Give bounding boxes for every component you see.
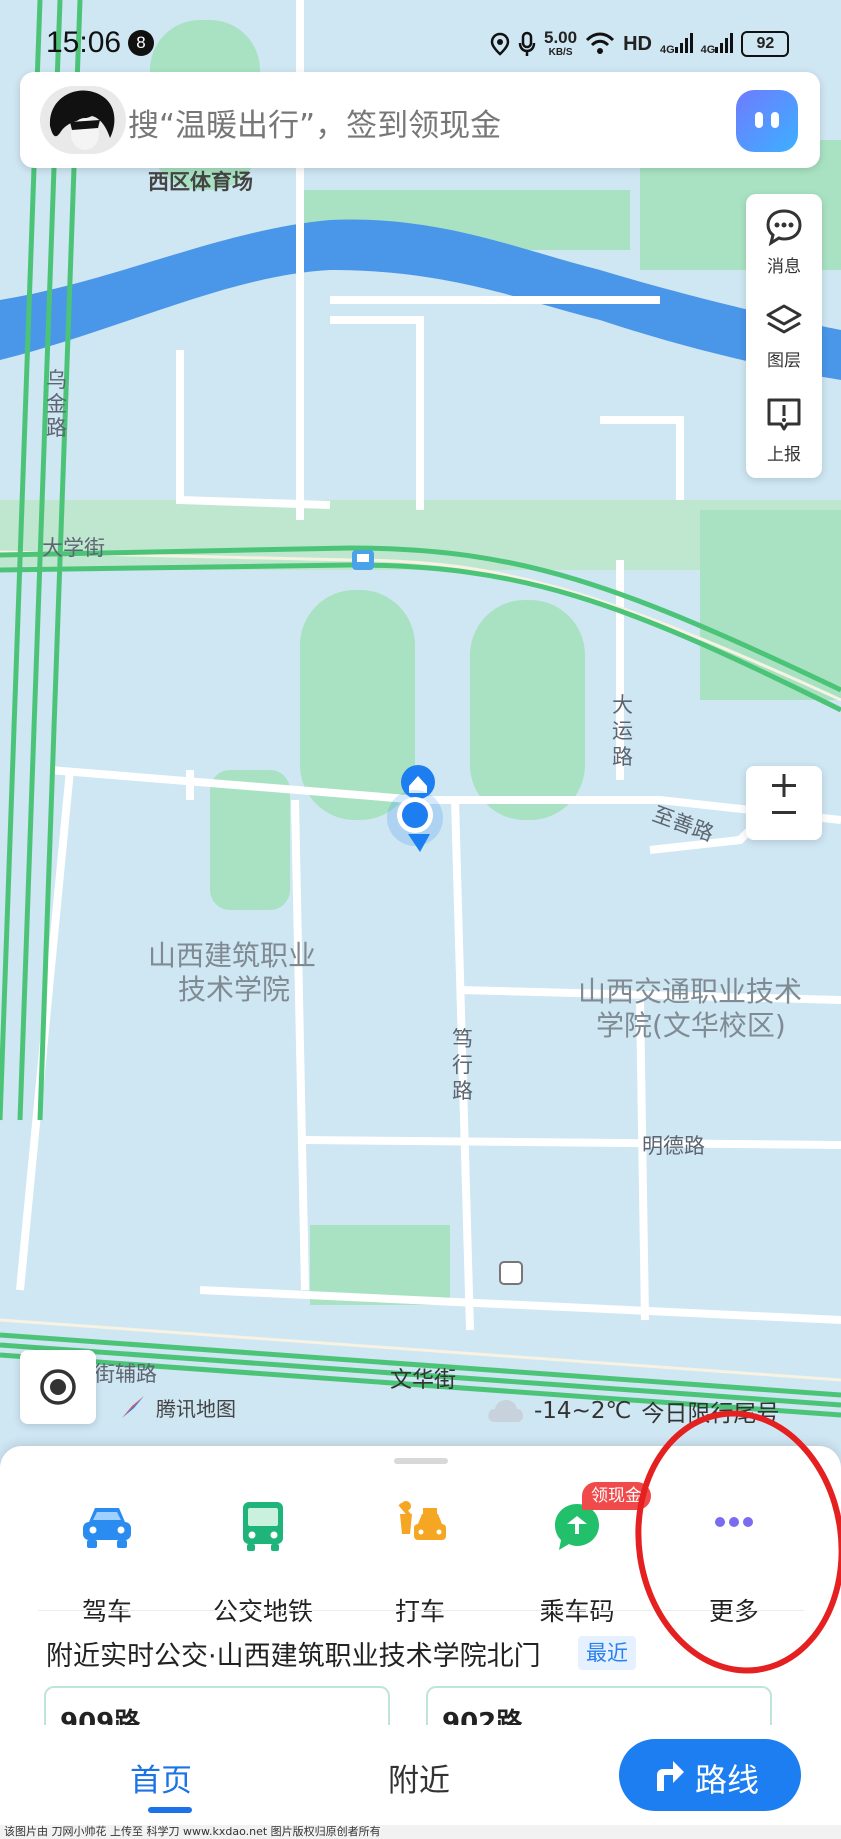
bus-icon [243, 1502, 283, 1551]
signal-4g-2: 4G [700, 32, 734, 56]
sheet-drag-handle[interactable] [394, 1458, 448, 1464]
status-icons: 5.00 KB/S HD 4G 4G 92 [490, 28, 790, 60]
locate-button[interactable] [20, 1350, 96, 1424]
search-bar[interactable]: 搜“温暖出行”，签到领现金 [20, 72, 820, 168]
status-bar: 15:06 8 5.00 KB/S HD 4G 4G 92 [0, 0, 841, 72]
wifi-icon [586, 32, 615, 54]
map-label-wenhua-street: 文华街 [390, 1368, 457, 1393]
report-label: 上报 [767, 445, 801, 465]
nearby-bus-title[interactable]: 附近实时公交·山西建筑职业技术学院北门 [46, 1634, 541, 1673]
zoom-out-icon[interactable] [746, 803, 822, 840]
bottom-tab-bar: 首页 附近 路线 [0, 1725, 841, 1825]
map-label-campus1-line2: 技术学院 [178, 973, 291, 1006]
notification-count-badge: 8 [128, 30, 154, 56]
net-speed-value: 5.00 [544, 28, 578, 47]
location-icon [490, 32, 510, 56]
report-icon [767, 398, 801, 431]
tab-nearby[interactable]: 附近 [388, 1755, 450, 1800]
report-button[interactable]: 上报 [746, 382, 822, 476]
signal-bars-icon [715, 32, 734, 53]
map-brand: 腾讯地图 [118, 1392, 236, 1422]
signal2-label: 4G [700, 43, 716, 56]
chat-bubble-icon [766, 209, 802, 246]
weather-temperature: -14~2℃ [534, 1398, 632, 1424]
search-input[interactable]: 搜“温暖出行”，签到领现金 [128, 100, 501, 145]
avatar-image-icon [40, 86, 126, 154]
map-label-campus2-line2: 学院(文华校区) [596, 1009, 786, 1042]
signal-bars-icon [674, 32, 693, 53]
zoom-control[interactable] [746, 766, 822, 840]
map-label-daxue-street: 大学街 [42, 536, 105, 560]
car-icon [83, 1508, 131, 1548]
map-label-dayun-road: 大运路 [612, 693, 633, 769]
zoom-in-icon[interactable] [746, 766, 822, 803]
map-label-wujin-road: 乌金路 [46, 368, 67, 440]
hd-indicator: HD [623, 32, 652, 55]
layers-button[interactable]: 图层 [746, 288, 822, 382]
route-button-label: 路线 [695, 1761, 760, 1799]
turn-right-arrow-icon [657, 1761, 684, 1791]
layers-icon [766, 304, 802, 334]
microphone-icon [518, 31, 536, 56]
map-side-panel: 消息 图层 上报 [746, 194, 822, 478]
assistant-icon[interactable] [736, 90, 798, 152]
cloud-icon [488, 1400, 523, 1422]
locate-icon [40, 1369, 76, 1405]
nearby-tag: 最近 [578, 1636, 636, 1670]
route-button[interactable]: 路线 [619, 1739, 801, 1811]
map-brand-label: 腾讯地图 [156, 1396, 236, 1421]
messages-label: 消息 [767, 257, 801, 277]
layers-label: 图层 [767, 351, 801, 371]
avatar[interactable] [40, 86, 126, 154]
watermark-footer: 该图片由 刀网小帅花 上传至 科学刀 www.kxdao.net 图片版权归原创… [0, 1825, 841, 1839]
status-time: 15:06 [46, 26, 122, 59]
map-label-stadium: 西区体育场 [148, 170, 253, 194]
signal1-label: 4G [659, 43, 675, 56]
tab-home-indicator [148, 1807, 192, 1813]
battery-indicator: 92 [741, 31, 790, 57]
tab-home[interactable]: 首页 [130, 1755, 192, 1800]
net-speed-unit: KB/S [548, 47, 573, 58]
map-label-jie-fu-road: 街辅路 [94, 1362, 157, 1386]
map-label-mingde-road: 明德路 [642, 1134, 705, 1158]
tencent-map-logo-icon [122, 1396, 144, 1418]
signal-4g-1: 4G [659, 32, 693, 56]
map-label-duxing-road: 笃行路 [452, 1027, 473, 1103]
taxi-icon [398, 1501, 446, 1540]
messages-button[interactable]: 消息 [746, 194, 822, 288]
net-speed: 5.00 KB/S [544, 29, 577, 59]
